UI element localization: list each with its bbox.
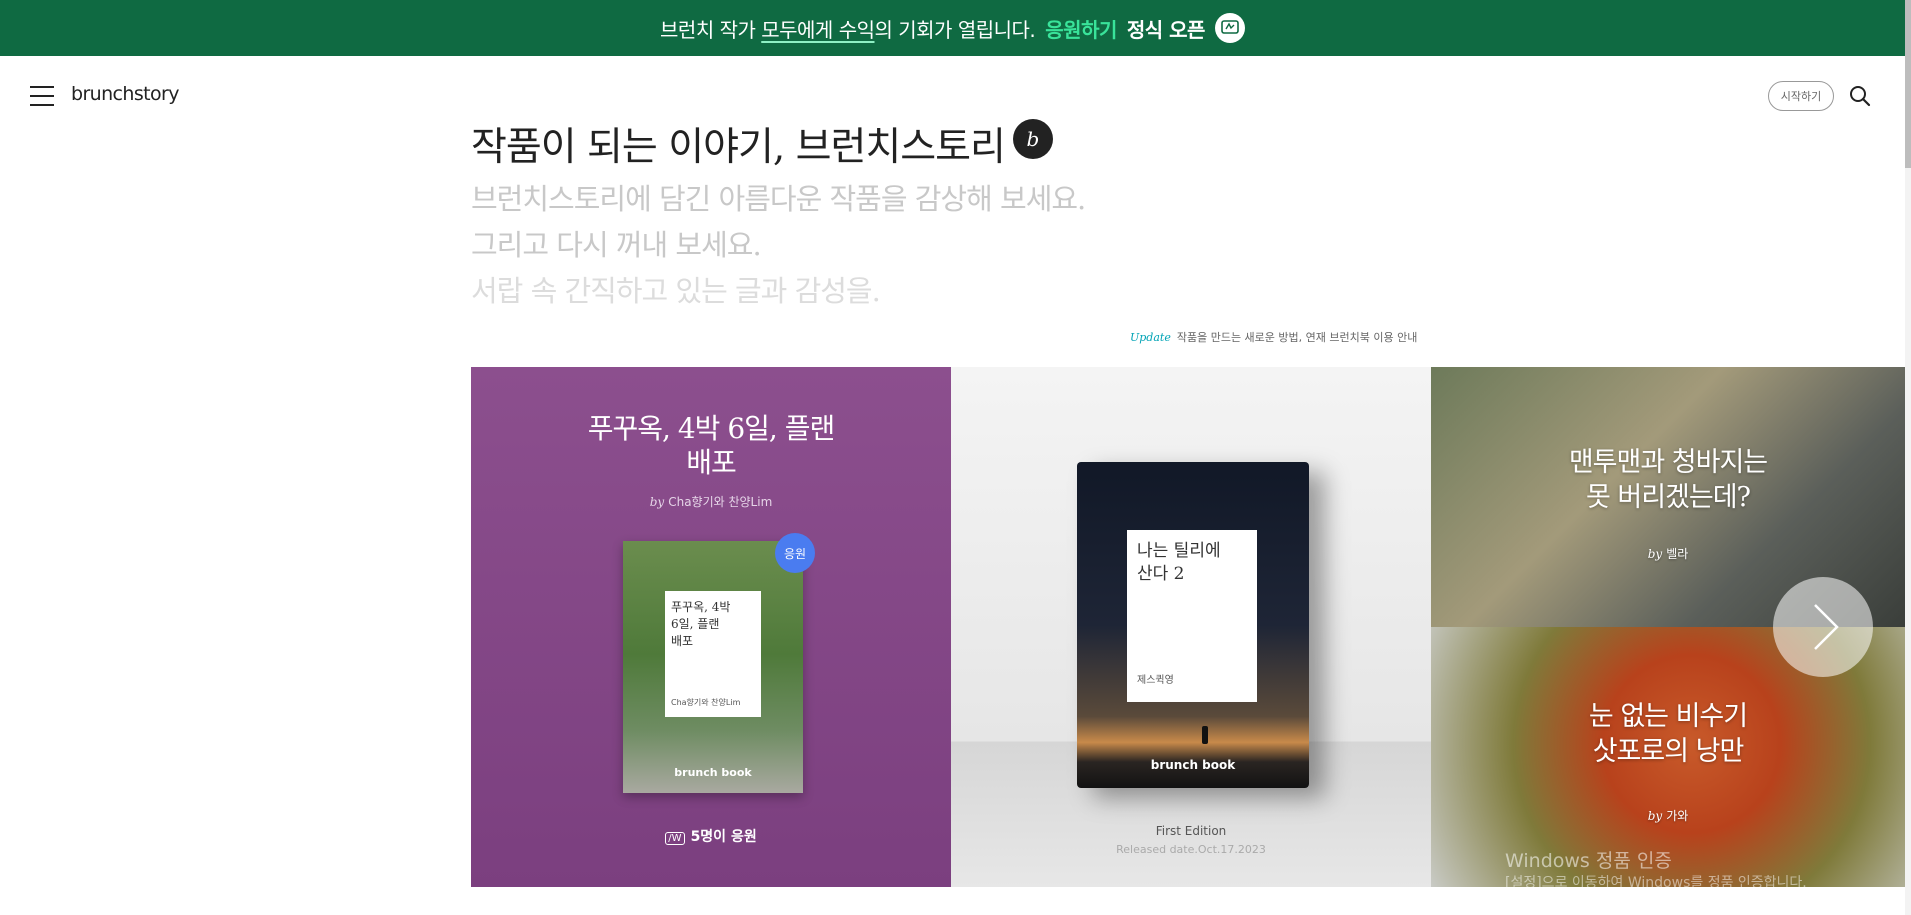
page-scrollbar[interactable] bbox=[1905, 0, 1911, 915]
start-button[interactable]: 시작하기 bbox=[1768, 81, 1834, 111]
hero-line-2: 그리고 다시 꺼내 보세요. bbox=[471, 228, 762, 262]
featured-card[interactable]: 푸꾸옥, 4박 6일, 플랜 배포 by Cha향기와 찬양Lim 푸꾸옥, 4박 … bbox=[471, 367, 951, 887]
book-brand: brunch book bbox=[674, 766, 752, 779]
update-notice[interactable]: Update 작품을 만드는 새로운 방법, 연재 브런치북 이용 안내 bbox=[1130, 329, 1417, 345]
card-author: by 가와 bbox=[1647, 809, 1689, 823]
book-cover[interactable]: 푸꾸옥, 4박 6일, 플랜 배포 Cha향기와 찬양Lim brunch bo… bbox=[623, 541, 803, 793]
support-badge: 응원 bbox=[775, 533, 815, 573]
card-author: by Cha향기와 찬양Lim bbox=[649, 495, 773, 509]
card-author: by 벨라 bbox=[1647, 547, 1689, 561]
search-icon[interactable] bbox=[1849, 85, 1871, 107]
banner-text: 브런치 작가 모두에게 수익의 기회가 열립니다. bbox=[660, 17, 1036, 42]
book-label: 나는 틸리에 산다 2 제스퀵영 bbox=[1127, 530, 1257, 702]
update-text[interactable]: 작품을 만드는 새로운 방법, 연재 브런치북 이용 안내 bbox=[1177, 331, 1418, 344]
hero-line-3: 서랍 속 간직하고 있는 글과 감성을. bbox=[471, 274, 881, 308]
os-activation-watermark: Windows 정품 인증 bbox=[1505, 850, 1672, 872]
silhouette-figure bbox=[1202, 726, 1208, 744]
edition-label: First Edition bbox=[1155, 824, 1227, 838]
book-author: 제스퀵영 bbox=[1137, 675, 1174, 686]
card-title: 푸꾸옥, 4박 6일, 플랜 배포 bbox=[587, 412, 835, 479]
book-card[interactable]: 나는 틸리에 산다 2 제스퀵영 brunch book First Editi… bbox=[951, 367, 1431, 887]
os-activation-watermark-sub: [설정]으로 이동하여 Windows를 정품 인증합니다. bbox=[1505, 875, 1807, 891]
book-cover[interactable]: 나는 틸리에 산다 2 제스퀵영 brunch book bbox=[1077, 462, 1309, 788]
banner-cta-suffix: 정식 오픈 bbox=[1126, 17, 1206, 42]
brunchstory-logo[interactable]: brunchstory bbox=[71, 83, 179, 105]
chevron-right-icon bbox=[1814, 604, 1839, 650]
book-label: 푸꾸옥, 4박 6일, 플랜 배포 Cha향기와 찬양Lim bbox=[665, 591, 761, 717]
scrollbar-thumb[interactable] bbox=[1905, 0, 1911, 168]
hamburger-menu-icon[interactable] bbox=[30, 86, 54, 106]
support-count: /W 5명이 응원 bbox=[471, 826, 951, 846]
book-brand: brunch book bbox=[1150, 758, 1236, 772]
banner-cta-label[interactable]: 응원하기 bbox=[1045, 14, 1117, 43]
brunch-pen-icon: b bbox=[1012, 119, 1053, 159]
hero-line-1: 브런치스토리에 담긴 아름다운 작품을 감상해 보세요. bbox=[471, 182, 1086, 216]
carousel-next-button[interactable] bbox=[1773, 577, 1873, 677]
hero-title: 작품이 되는 이야기, 브런치스토리 bbox=[471, 125, 1006, 170]
support-badge-icon bbox=[1214, 13, 1245, 43]
promo-banner[interactable]: 브런치 작가 모두에게 수익의 기회가 열립니다. 응원하기 정식 오픈 bbox=[0, 0, 1905, 56]
book-author: Cha향기와 찬양Lim bbox=[671, 698, 741, 707]
release-date: Released date.Oct.17.2023 bbox=[1116, 843, 1266, 856]
card-title: 맨투맨과 청바지는 못 버리겠는데? bbox=[1568, 447, 1768, 513]
hero-title-row: 작품이 되는 이야기, 브런치스토리 b bbox=[471, 116, 1053, 172]
update-tag: Update bbox=[1130, 331, 1171, 344]
card-title: 눈 없는 비수기 삿포로의 낭만 bbox=[1588, 701, 1748, 767]
support-icon: /W bbox=[665, 832, 685, 845]
